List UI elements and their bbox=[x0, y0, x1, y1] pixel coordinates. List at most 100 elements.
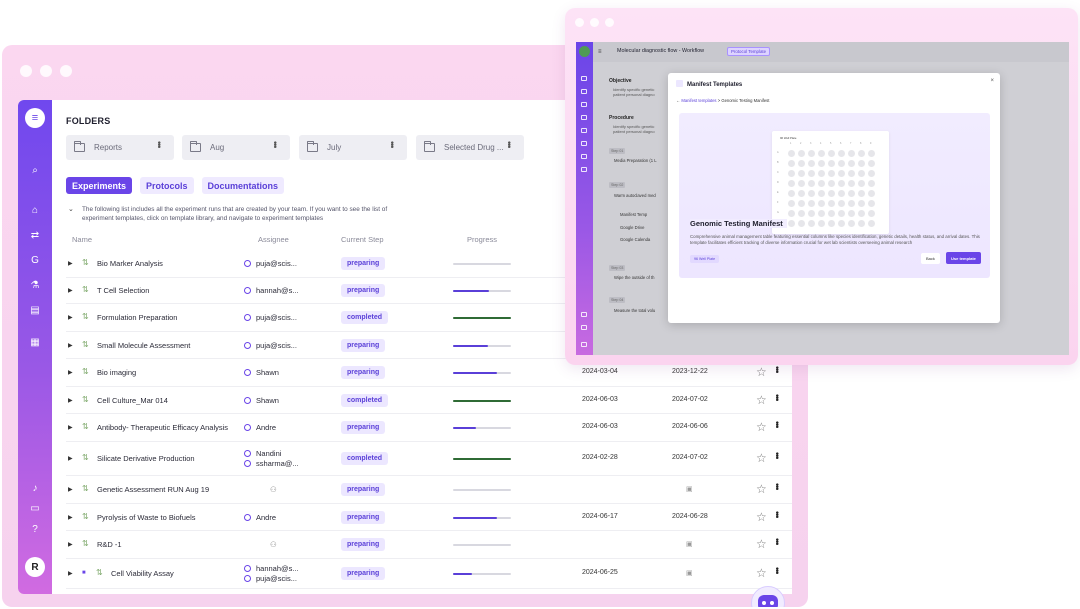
plate-well[interactable] bbox=[838, 170, 845, 177]
plate-well[interactable] bbox=[838, 150, 845, 157]
experiment-name[interactable]: Pyrolysis of Waste to Biofuels bbox=[97, 513, 196, 522]
tab-documentations[interactable]: Documentations bbox=[201, 177, 285, 194]
plate-well[interactable] bbox=[808, 210, 815, 217]
plate-well[interactable] bbox=[848, 190, 855, 197]
experiment-name[interactable]: R&D -1 bbox=[97, 540, 122, 549]
nav-icon[interactable] bbox=[581, 76, 587, 81]
g-icon[interactable]: G bbox=[18, 252, 52, 268]
star-icon[interactable]: ☆ bbox=[756, 393, 767, 407]
assignee[interactable]: puja@scis... bbox=[244, 313, 297, 323]
plate-well[interactable] bbox=[858, 200, 865, 207]
menu-icon[interactable]: ≡ bbox=[598, 49, 602, 55]
expand-row-icon[interactable]: ▶ bbox=[68, 369, 73, 376]
plate-well[interactable] bbox=[858, 190, 865, 197]
expand-row-icon[interactable]: ▶ bbox=[68, 455, 73, 462]
star-icon[interactable]: ☆ bbox=[756, 482, 767, 496]
plate-well[interactable] bbox=[818, 180, 825, 187]
plate-well[interactable] bbox=[798, 190, 805, 197]
plate-well[interactable] bbox=[868, 190, 875, 197]
assignee[interactable]: Shawn bbox=[244, 368, 279, 378]
add-assignee-icon[interactable]: ⚇ bbox=[270, 540, 277, 550]
plate-well[interactable] bbox=[798, 150, 805, 157]
plate-well[interactable] bbox=[788, 220, 795, 227]
procedure-item[interactable]: Google Calenda bbox=[620, 237, 650, 242]
plate-well[interactable] bbox=[828, 200, 835, 207]
expand-row-icon[interactable]: ▶ bbox=[68, 342, 73, 349]
close-icon[interactable]: × bbox=[990, 78, 994, 84]
star-icon[interactable]: ☆ bbox=[756, 451, 767, 465]
plate-well[interactable] bbox=[838, 190, 845, 197]
kebab-icon[interactable]: ••• bbox=[270, 141, 280, 147]
plate-well[interactable] bbox=[828, 210, 835, 217]
plate-well[interactable] bbox=[798, 210, 805, 217]
expand-row-icon[interactable]: ▶ bbox=[68, 397, 73, 404]
plate-well[interactable] bbox=[848, 150, 855, 157]
assignee[interactable]: hannah@s... bbox=[244, 286, 299, 296]
kebab-icon[interactable]: ••• bbox=[772, 394, 782, 400]
procedure-item[interactable]: Wipe the outside of th bbox=[614, 275, 655, 280]
window-dot[interactable] bbox=[575, 18, 584, 27]
plate-well[interactable] bbox=[788, 170, 795, 177]
assignee[interactable]: puja@scis... bbox=[244, 259, 297, 269]
plate-well[interactable] bbox=[798, 160, 805, 167]
plate-well[interactable] bbox=[808, 190, 815, 197]
assignee[interactable]: hannah@s... puja@scis... bbox=[244, 564, 299, 584]
kebab-icon[interactable]: ••• bbox=[772, 483, 782, 489]
plate-well[interactable] bbox=[848, 180, 855, 187]
column-header-current-step[interactable]: Current Step bbox=[341, 235, 384, 244]
procedure-item[interactable]: Manifest Temp bbox=[620, 212, 647, 217]
plate-well[interactable] bbox=[868, 220, 875, 227]
expand-row-icon[interactable]: ▶ bbox=[68, 570, 73, 577]
plate-well[interactable] bbox=[858, 150, 865, 157]
use-template-button[interactable]: Use template bbox=[946, 252, 981, 264]
table-row[interactable]: ▶ ⇅ R&D -1 ⚇ preparing ▣ ☆ ••• bbox=[66, 531, 792, 559]
plate-well[interactable] bbox=[828, 180, 835, 187]
nav-icon[interactable] bbox=[581, 115, 587, 120]
folder-card[interactable]: Selected Drug ... ••• bbox=[416, 135, 524, 160]
experiment-name[interactable]: Cell Culture_Mar 014 bbox=[97, 396, 168, 405]
plate-well[interactable] bbox=[818, 220, 825, 227]
plate-well[interactable] bbox=[838, 220, 845, 227]
plate-well[interactable] bbox=[818, 210, 825, 217]
chat-icon[interactable]: ▭ bbox=[18, 500, 52, 516]
kebab-icon[interactable]: ••• bbox=[504, 141, 514, 147]
calendar-icon[interactable]: ▣ bbox=[686, 485, 693, 493]
nav-icon[interactable] bbox=[581, 89, 587, 94]
plate-well[interactable] bbox=[808, 200, 815, 207]
table-row[interactable]: ▶ ⇅ Antibody- Therapeutic Efficacy Analysi… bbox=[66, 414, 792, 442]
expand-row-icon[interactable]: ▶ bbox=[68, 486, 73, 493]
procedure-item[interactable]: Measure the total volu bbox=[614, 308, 655, 313]
window-dot[interactable] bbox=[605, 18, 614, 27]
plate-well[interactable] bbox=[808, 180, 815, 187]
expand-row-icon[interactable]: ▶ bbox=[68, 424, 73, 431]
nav-icon[interactable] bbox=[581, 141, 587, 146]
plate-well[interactable] bbox=[808, 170, 815, 177]
table-row[interactable]: ▶ ■ ⇅ Cell Viability Assay hannah@s... puja@s… bbox=[66, 559, 792, 589]
star-icon[interactable]: ☆ bbox=[756, 365, 767, 379]
procedure-item[interactable]: Media Preparation (1 L bbox=[614, 158, 657, 163]
column-header-progress[interactable]: Progress bbox=[467, 235, 497, 244]
star-icon[interactable]: ☆ bbox=[756, 420, 767, 434]
plate-well[interactable] bbox=[818, 150, 825, 157]
kebab-icon[interactable]: ••• bbox=[154, 141, 164, 147]
plate-well[interactable] bbox=[828, 160, 835, 167]
plate-well[interactable] bbox=[858, 220, 865, 227]
star-icon[interactable]: ☆ bbox=[756, 537, 767, 551]
kebab-icon[interactable]: ••• bbox=[387, 141, 397, 147]
plate-well[interactable] bbox=[868, 180, 875, 187]
experiment-name[interactable]: Formulation Preparation bbox=[97, 313, 177, 322]
chevron-down-icon[interactable]: ⌄ bbox=[68, 206, 74, 215]
plate-well[interactable] bbox=[798, 180, 805, 187]
nav-icon[interactable] bbox=[581, 154, 587, 159]
table-row[interactable]: ▶ ⇅ Silicate Derivative Production Nandini s… bbox=[66, 442, 792, 476]
add-assignee-icon[interactable]: ⚇ bbox=[270, 485, 277, 495]
column-header-assignee[interactable]: Assignee bbox=[258, 235, 289, 244]
grid-icon[interactable]: ▦ bbox=[18, 334, 52, 350]
calendar-icon[interactable]: ▣ bbox=[686, 540, 693, 548]
flow-icon[interactable]: ⇄ bbox=[18, 227, 52, 243]
procedure-item[interactable]: Google Drive bbox=[620, 225, 644, 230]
kebab-icon[interactable]: ••• bbox=[772, 421, 782, 427]
assignee[interactable]: Shawn bbox=[244, 396, 279, 406]
nav-icon[interactable] bbox=[581, 312, 587, 317]
plate-well[interactable] bbox=[828, 220, 835, 227]
